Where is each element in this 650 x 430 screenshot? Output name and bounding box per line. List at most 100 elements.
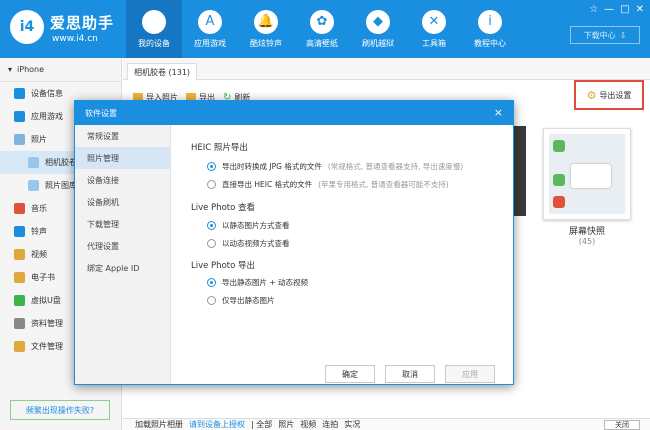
nav-ringtones[interactable]: 🔔 酷炫铃声 [238, 0, 294, 58]
radio-button[interactable] [207, 239, 216, 248]
sidebar-item-label: 文件管理 [31, 342, 63, 351]
app-name: 爱思助手 [50, 14, 115, 32]
radio-button[interactable] [207, 221, 216, 230]
window-controls: ☆ — □ ✕ [589, 4, 644, 15]
option-hint: (常规格式, 普通查看器支持, 导出速度慢) [327, 162, 464, 171]
option-view-video[interactable]: 以动态视频方式查看 [207, 238, 290, 249]
option-export-heic[interactable]: 直接导出 HEIC 格式的文件 (苹果专用格式, 普通查看器可能不支持) [207, 179, 449, 190]
sidebar-item-label: 照片 [31, 135, 47, 144]
radio-button[interactable] [207, 180, 216, 189]
sidebar-item-label: 应用游戏 [31, 112, 63, 121]
option-convert-jpg[interactable]: 导出时转换成 JPG 格式的文件 (常规格式, 普通查看器支持, 导出速度慢) [207, 161, 463, 172]
filter-videos[interactable]: 视频 [300, 419, 316, 430]
close-icon[interactable]: ✕ [636, 4, 644, 15]
screenshot-preview [549, 134, 625, 214]
menu-download-management[interactable]: 下载管理 [75, 213, 170, 235]
videos-icon [14, 249, 25, 260]
main-nav: 我的设备 A 应用游戏 🔔 酷炫铃声 ✿ 高清壁纸 ◆ 刷机越狱 ✕ 工具箱 i… [126, 0, 518, 58]
download-center-button[interactable]: 下载中心 ⇩ [570, 26, 640, 44]
radio-button[interactable] [207, 296, 216, 305]
album-thumbnail-screenshots[interactable] [543, 128, 631, 220]
menu-proxy-settings[interactable]: 代理设置 [75, 235, 170, 257]
menu-device-flashing[interactable]: 设备刷机 [75, 191, 170, 213]
sidebar-item-label: 设备信息 [31, 89, 63, 98]
menu-photo-management[interactable]: 照片管理 [75, 147, 170, 169]
option-export-static-video[interactable]: 导出静态图片 + 动态视频 [207, 277, 308, 288]
apply-button[interactable]: 应用 [445, 365, 495, 383]
filter-burst[interactable]: 连拍 [322, 419, 338, 430]
sidebar-item-label: 相机胶卷 [45, 158, 77, 167]
app-icon [553, 196, 565, 208]
menu-bind-apple-id[interactable]: 绑定 Apple ID [75, 257, 170, 279]
option-label: 导出静态图片 + 动态视频 [222, 278, 309, 287]
status-text: 加载照片相册 [135, 420, 183, 429]
export-settings-button[interactable]: ⚙ 导出设置 [574, 80, 644, 110]
nav-label: 应用游戏 [194, 38, 226, 48]
nav-tutorials[interactable]: i 教程中心 [462, 0, 518, 58]
download-icon: ⇩ [619, 30, 627, 40]
device-info-icon [14, 88, 25, 99]
app-icon [553, 140, 565, 152]
operation-fail-link[interactable]: 频繁出现操作失败? [10, 400, 110, 420]
expand-arrow-icon: ▾ [8, 65, 13, 74]
sidebar-item-label: 虚拟U盘 [31, 296, 61, 305]
info-icon: i [478, 9, 502, 34]
nav-wallpapers[interactable]: ✿ 高清壁纸 [294, 0, 350, 58]
option-label: 直接导出 HEIC 格式的文件 [222, 180, 313, 189]
minimize-icon[interactable]: — [604, 4, 614, 15]
preview-popup [571, 164, 611, 188]
device-header[interactable]: ▾ iPhone [0, 58, 121, 82]
nav-toolbox[interactable]: ✕ 工具箱 [406, 0, 462, 58]
nav-label: 酷炫铃声 [250, 38, 282, 48]
filter-live[interactable]: 实况 [344, 419, 360, 430]
nav-apps-games[interactable]: A 应用游戏 [182, 0, 238, 58]
maximize-icon[interactable]: □ [620, 4, 629, 15]
export-settings-label: 导出设置 [599, 90, 632, 100]
cancel-button[interactable]: 取消 [385, 365, 435, 383]
ringtones-icon [14, 226, 25, 237]
radio-button[interactable] [207, 162, 216, 171]
status-text: 请到设备上授权 [189, 420, 245, 429]
app-store-icon: A [198, 9, 222, 34]
filter-photos[interactable]: 照片 [278, 419, 294, 430]
camera-roll-icon [28, 157, 39, 168]
section-live-view-title: Live Photo 查看 [191, 203, 256, 213]
tab-camera-roll[interactable]: 相机胶卷 (131) [127, 63, 198, 80]
menu-general-settings[interactable]: 常规设置 [75, 125, 170, 147]
download-label: 下载中心 [583, 30, 616, 40]
photo-library-icon [28, 180, 39, 191]
top-bar: i4 爱思助手 www.i4.cn 我的设备 A 应用游戏 🔔 酷炫铃声 ✿ 高… [0, 0, 650, 58]
nav-my-device[interactable]: 我的设备 [126, 0, 182, 58]
option-view-static[interactable]: 以静态图片方式查看 [207, 220, 290, 231]
dialog-title-bar: 软件设置 × [75, 101, 513, 125]
tools-icon: ✕ [422, 9, 446, 34]
sidebar-item-label: 照片图库 [45, 181, 77, 190]
album-title: 屏幕快照 [568, 227, 605, 237]
option-export-static-only[interactable]: 仅导出静态图片 [207, 295, 275, 306]
tab-bar: 相机胶卷 (131) [123, 58, 650, 80]
app-logo: i4 [10, 10, 44, 44]
file-management-icon [14, 341, 25, 352]
close-icon[interactable]: × [494, 106, 503, 119]
nav-flash-jailbreak[interactable]: ◆ 刷机越狱 [350, 0, 406, 58]
menu-device-connection[interactable]: 设备连接 [75, 169, 170, 191]
option-label: 以动态视频方式查看 [222, 239, 290, 248]
nav-label: 我的设备 [138, 38, 170, 48]
app-url: www.i4.cn [52, 34, 98, 44]
close-button[interactable]: 关闭 [604, 420, 640, 430]
option-label: 以静态图片方式查看 [222, 221, 290, 230]
option-label: 仅导出静态图片 [222, 296, 275, 305]
dialog-title: 软件设置 [85, 108, 117, 118]
box-icon: ◆ [366, 9, 390, 34]
ok-button[interactable]: 确定 [325, 365, 375, 383]
nav-label: 刷机越狱 [362, 38, 394, 48]
data-management-icon [14, 318, 25, 329]
radio-button[interactable] [207, 278, 216, 287]
flower-icon: ✿ [310, 9, 334, 34]
gear-icon: ⚙ [586, 88, 597, 102]
skin-icon[interactable]: ☆ [589, 4, 598, 15]
sidebar-item-label: 铃声 [31, 227, 47, 236]
section-live-export-title: Live Photo 导出 [191, 261, 256, 271]
filter-all[interactable]: | 全部 [251, 419, 272, 430]
section-heic-export-title: HEIC 照片导出 [191, 143, 248, 153]
